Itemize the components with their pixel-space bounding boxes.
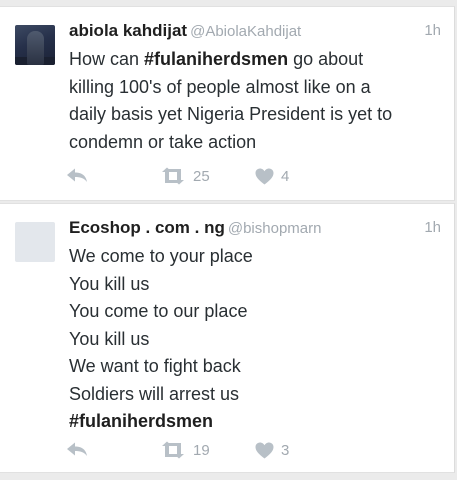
tweet-text-line: We come to your place: [69, 243, 441, 271]
timestamp[interactable]: 1h: [424, 20, 441, 42]
reply-icon: [66, 167, 88, 185]
hashtag-link[interactable]: #fulaniherdsmen: [69, 411, 213, 431]
retweet-icon: [160, 441, 186, 459]
retweet-button[interactable]: 25: [160, 164, 210, 188]
timeline: abiola kahdijat @AbiolaKahdijat 1h How ca…: [0, 0, 457, 480]
timestamp[interactable]: 1h: [424, 217, 441, 239]
tweet-text-segment: Soldiers will arrest us: [69, 383, 240, 404]
tweet-text-segment: killing 100's of people almost like on a: [69, 76, 371, 97]
display-name[interactable]: Ecoshop . com . ng: [69, 218, 225, 237]
retweet-count: 25: [193, 167, 210, 185]
tweet-actions: 25 4: [66, 164, 366, 188]
tweet-card[interactable]: abiola kahdijat @AbiolaKahdijat 1h How ca…: [0, 6, 455, 201]
tweet-actions: 19 3: [66, 438, 366, 462]
tweet-text-segment: You come to our place: [69, 301, 248, 321]
avatar-photo-figure: [27, 31, 44, 65]
tweet-text-line: killing 100's of people almost like on a: [69, 74, 441, 102]
tweet-text-segment: We want to fight back: [69, 356, 241, 376]
tweet-text-segment: You kill us: [69, 273, 150, 294]
tweet-header: abiola kahdijat @AbiolaKahdijat 1h: [69, 20, 441, 42]
tweet-text-segment: How can: [69, 49, 145, 69]
display-name[interactable]: abiola kahdijat: [69, 21, 187, 40]
like-count: 3: [281, 441, 290, 459]
tweet-text-segment: go about: [288, 49, 364, 69]
tweet-text-line: We want to fight back: [69, 353, 441, 381]
tweet-text-segment: daily basis yet Nigeria President is yet…: [69, 104, 393, 124]
avatar[interactable]: [15, 222, 55, 262]
like-count: 4: [281, 167, 290, 185]
tweet-text: We come to your place You kill us You come…: [69, 243, 441, 436]
like-button[interactable]: 4: [255, 164, 289, 188]
tweet-text: How can #fulaniherdsmen go about killing …: [69, 46, 441, 156]
hashtag-link[interactable]: #fulaniherdsmen: [144, 49, 288, 69]
tweet-text-line: You come to our place: [69, 298, 441, 326]
like-button[interactable]: 3: [255, 438, 289, 462]
heart-icon: [255, 168, 274, 185]
screen-name[interactable]: @bishopmarn: [228, 220, 322, 237]
avatar[interactable]: [15, 25, 55, 65]
tweet-text-line: condemn or take action: [69, 129, 441, 157]
tweet-text-line: You kill us: [69, 326, 441, 354]
reply-button[interactable]: [66, 164, 88, 188]
tweet-text-line: daily basis yet Nigeria President is yet…: [69, 101, 441, 129]
heart-icon: [255, 442, 274, 459]
tweet-text-line: Soldiers will arrest us: [69, 381, 441, 409]
reply-button[interactable]: [66, 438, 88, 462]
tweet-text-line: How can #fulaniherdsmen go about: [69, 46, 441, 74]
tweet-text-line: You kill us: [69, 271, 441, 299]
reply-icon: [66, 441, 88, 459]
tweet-text-line: #fulaniherdsmen: [69, 408, 441, 436]
tweet-text-segment: You kill us: [69, 328, 150, 349]
tweet-text-segment: We come to your place: [69, 246, 253, 266]
tweet-header: Ecoshop . com . ng @bishopmarn 1h: [69, 217, 441, 239]
screen-name[interactable]: @AbiolaKahdijat: [190, 23, 301, 40]
retweet-count: 19: [193, 441, 210, 459]
retweet-icon: [160, 167, 186, 185]
tweet-text-segment: condemn or take action: [69, 131, 257, 152]
tweet-card[interactable]: Ecoshop . com . ng @bishopmarn 1h We come…: [0, 203, 455, 473]
retweet-button[interactable]: 19: [160, 438, 210, 462]
